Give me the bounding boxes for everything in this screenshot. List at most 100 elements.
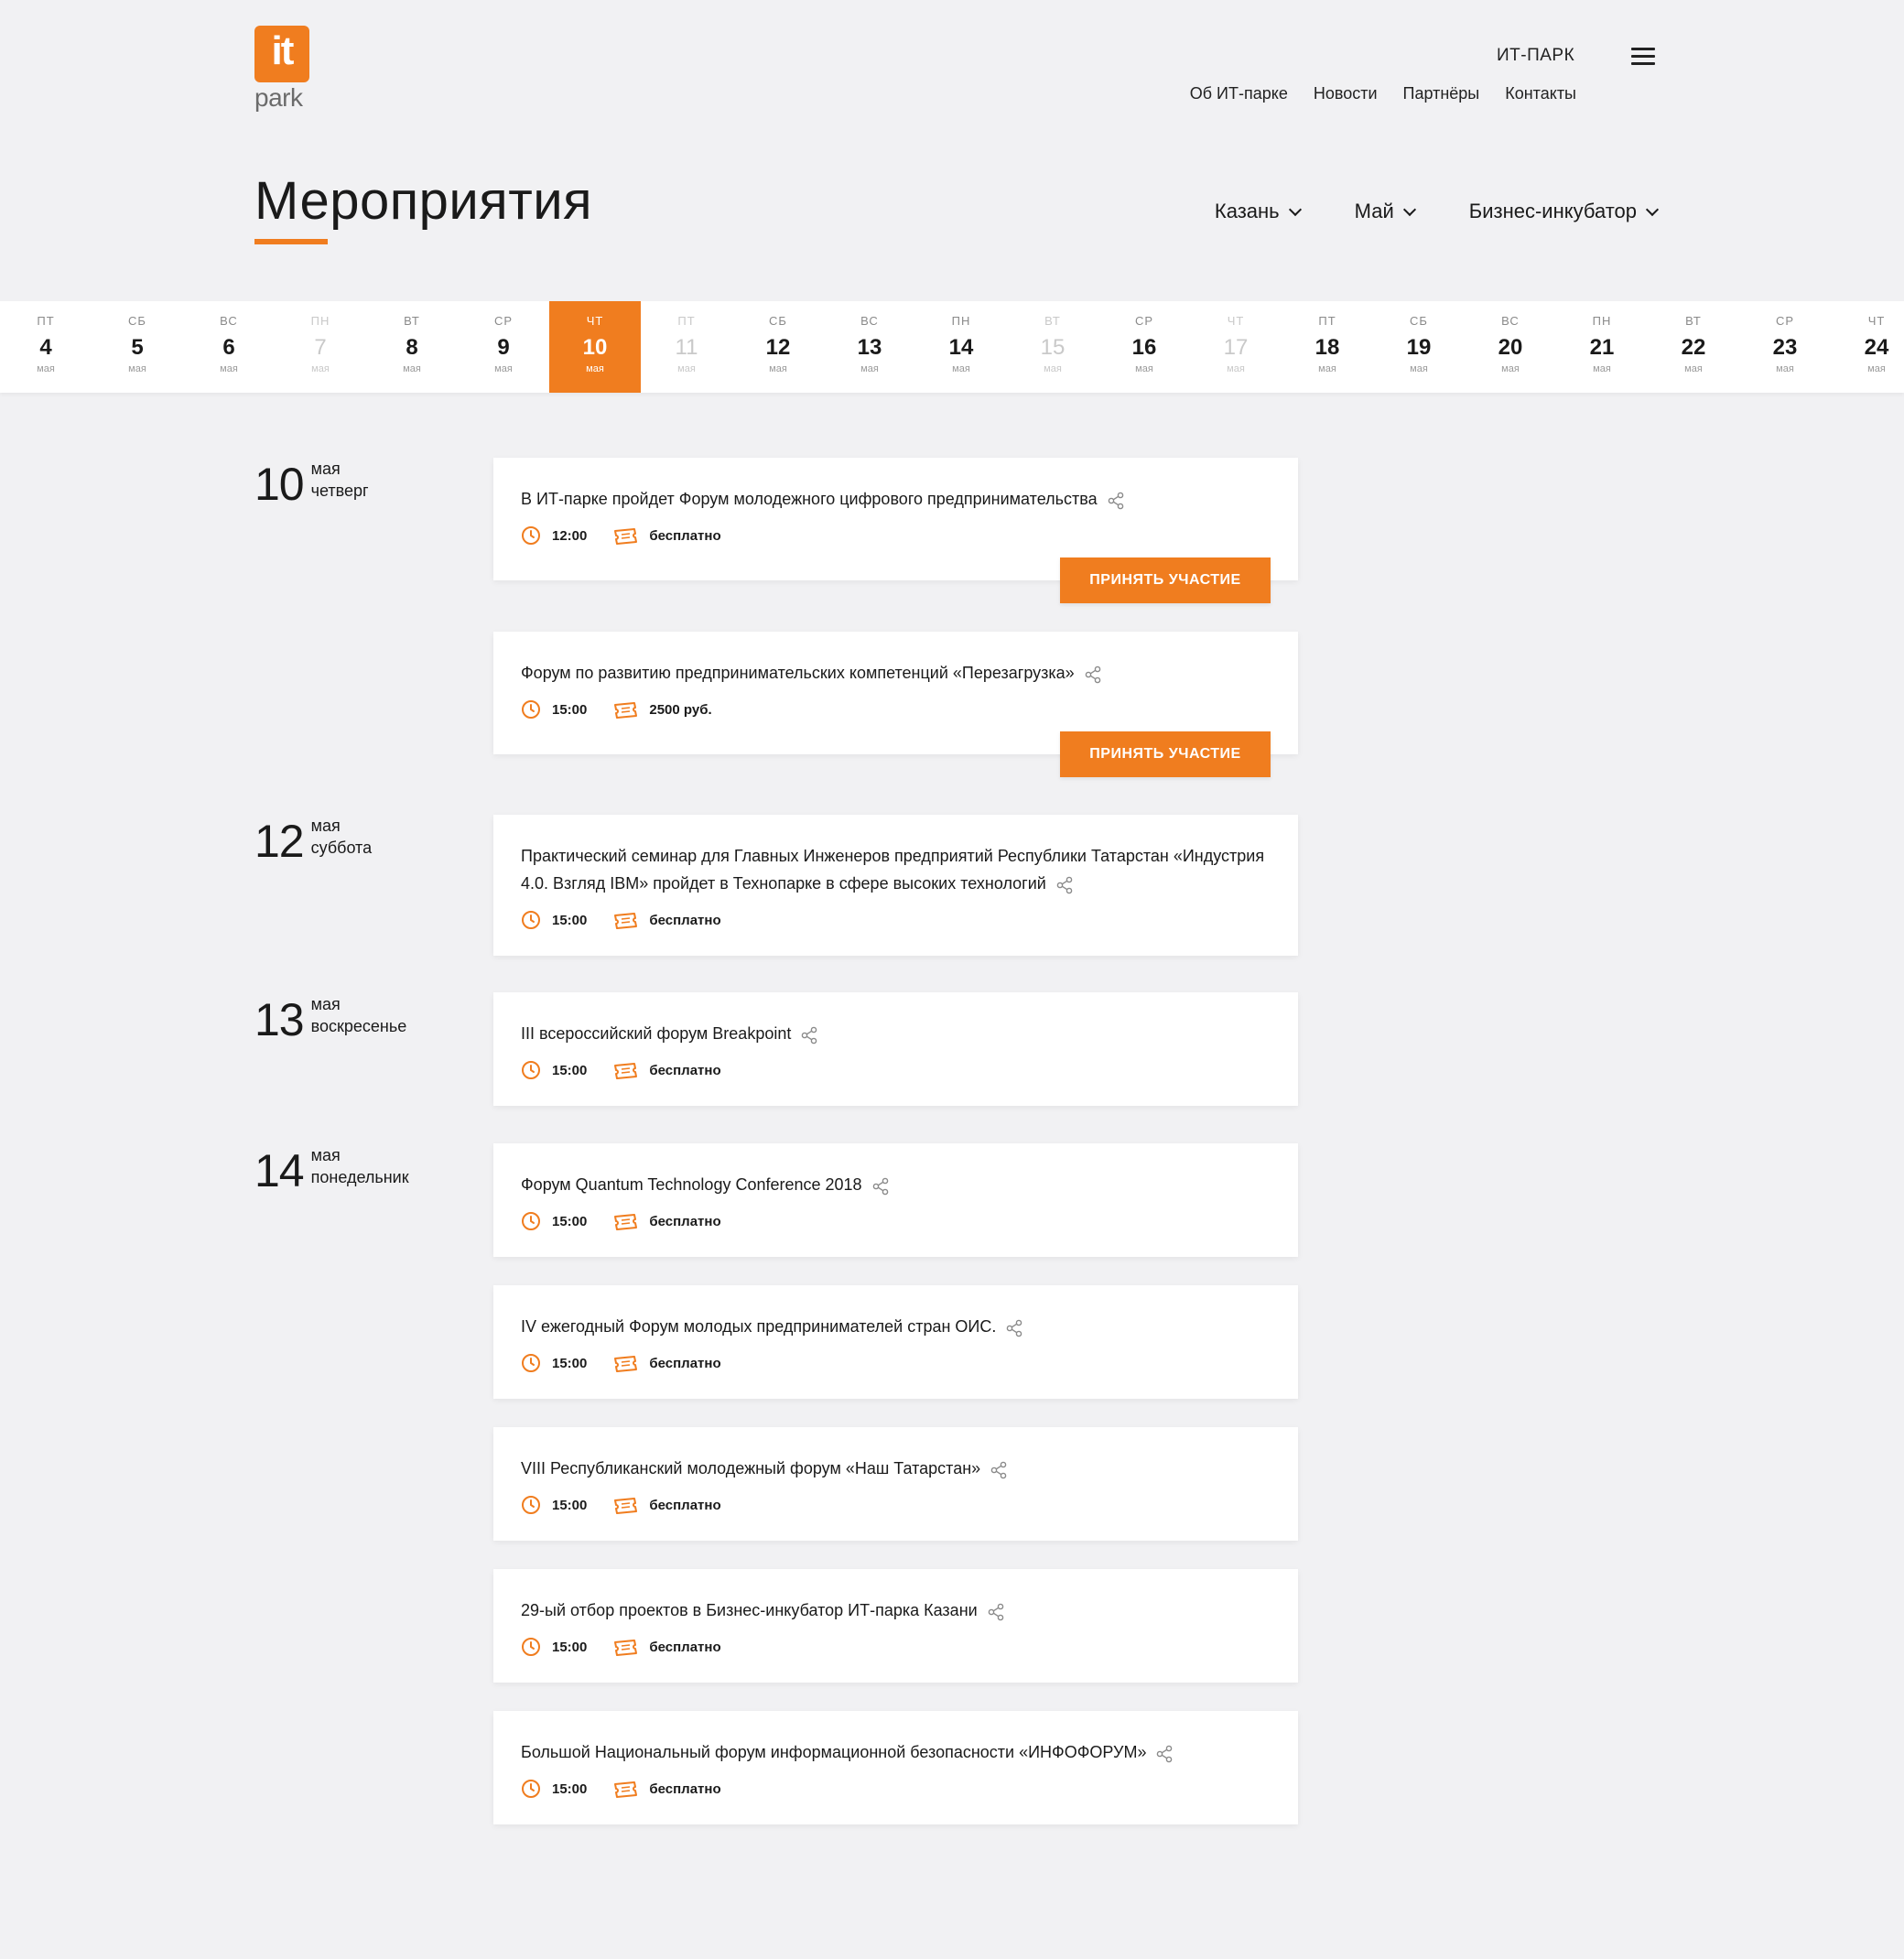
calendar-day[interactable]: вс 13 мая [824,301,915,393]
calendar-day[interactable]: ср 16 мая [1098,301,1190,393]
share-icon[interactable] [1155,1744,1174,1763]
ticket-icon [612,525,638,546]
calendar-day[interactable]: пт 4 мая [0,301,92,393]
calendar-weekday: чт [1227,314,1245,328]
calendar-day[interactable]: чт 24 мая [1831,301,1904,393]
logo[interactable]: it park [254,26,313,114]
category-filter[interactable]: Бизнес-инкубатор [1469,200,1660,223]
calendar-day[interactable]: вт 8 мая [366,301,458,393]
event-meta: 15:00 бесплатно [521,1211,1271,1231]
event-card[interactable]: 29-ый отбор проектов в Бизнес-инкубатор … [493,1569,1298,1683]
calendar-day[interactable]: пт 18 мая [1282,301,1373,393]
event-card[interactable]: Форум по развитию предпринимательских ко… [493,632,1298,777]
clock-icon [521,1353,541,1373]
join-button[interactable]: ПРИНЯТЬ УЧАСТИЕ [1060,557,1271,603]
calendar-day[interactable]: пт 11 мая [641,301,732,393]
event-title[interactable]: IV ежегодный Форум молодых предпринимате… [521,1313,1271,1340]
clock-icon [521,1060,541,1080]
calendar-month: мая [952,363,970,374]
event-title[interactable]: III всероссийский форум Breakpoint [521,1020,1271,1047]
event-title[interactable]: Практический семинар для Главных Инженер… [521,842,1271,897]
calendar-day-number: 19 [1406,335,1432,360]
calendar-weekday: чт [586,314,604,328]
nav-link-about[interactable]: Об ИТ-парке [1190,84,1288,103]
event-title[interactable]: Большой Национальный форум информационно… [521,1738,1271,1766]
join-button[interactable]: ПРИНЯТЬ УЧАСТИЕ [1060,731,1271,777]
event-card[interactable]: III всероссийский форум Breakpoint 15:00 б… [493,992,1298,1106]
event-title[interactable]: Форум по развитию предпринимательских ко… [521,659,1271,687]
event-card[interactable]: Практический семинар для Главных Инженер… [493,815,1298,956]
calendar-day[interactable]: вс 20 мая [1465,301,1556,393]
share-icon[interactable] [1084,665,1102,684]
event-price: бесплатно [649,912,721,928]
calendar-weekday: чт [1867,314,1886,328]
event-price: бесплатно [649,1213,721,1229]
event-title[interactable]: В ИТ-парке пройдет Форум молодежного циф… [521,485,1271,513]
calendar-day-number: 8 [406,335,418,360]
calendar-day-number: 7 [314,335,327,360]
brand-label[interactable]: ИТ-ПАРК [1497,46,1574,66]
event-title[interactable]: 29-ый отбор проектов в Бизнес-инкубатор … [521,1596,1271,1624]
share-icon[interactable] [800,1025,818,1044]
nav-link-news[interactable]: Новости [1314,84,1378,103]
calendar-day[interactable]: пн 21 мая [1556,301,1648,393]
calendar-month: мая [128,363,146,374]
calendar-day-number: 4 [39,335,52,360]
nav-link-partners[interactable]: Партнёры [1403,84,1480,103]
ticket-icon [612,1637,638,1657]
filters: Казань Май Бизнес-инкубатор [1214,200,1660,223]
calendar-month: мая [1044,363,1062,374]
calendar-day[interactable]: сб 5 мая [92,301,183,393]
calendar-day[interactable]: вс 6 мая [183,301,275,393]
event-title[interactable]: VIII Республиканский молодежный форум «Н… [521,1455,1271,1482]
date-strip: пт 4 мая сб 5 мая вс 6 мая пн 7 мая вт 8 мая ср 9 мая чт 10… [0,301,1904,393]
share-icon[interactable] [871,1176,890,1196]
calendar-day[interactable]: чт 10 мая [549,301,641,393]
chevron-down-icon [1402,202,1416,216]
event-price: бесплатно [649,1355,721,1371]
calendar-month: мая [494,363,513,374]
calendar-day[interactable]: ср 23 мая [1739,301,1831,393]
calendar-day[interactable]: сб 19 мая [1373,301,1465,393]
event-card[interactable]: Форум Quantum Technology Conference 2018… [493,1143,1298,1257]
event-title-text: В ИТ-парке пройдет Форум молодежного циф… [521,490,1098,508]
date-number: 13 [254,994,305,1045]
calendar-day[interactable]: пн 14 мая [915,301,1007,393]
calendar-month: мая [220,363,238,374]
calendar-day-number: 9 [497,335,510,360]
ticket-icon [612,1495,638,1515]
calendar-day-number: 11 [675,335,698,360]
nav-link-contacts[interactable]: Контакты [1505,84,1576,103]
city-filter-label: Казань [1214,200,1280,222]
share-icon[interactable] [1055,875,1074,894]
event-meta: 12:00 бесплатно [521,525,1271,546]
event-card[interactable]: VIII Республиканский молодежный форум «Н… [493,1427,1298,1541]
calendar-day[interactable]: сб 12 мая [732,301,824,393]
calendar-weekday: вс [1501,314,1520,328]
event-title[interactable]: Форум Quantum Technology Conference 2018 [521,1171,1271,1198]
calendar-day[interactable]: чт 17 мая [1190,301,1282,393]
calendar-day[interactable]: пн 7 мая [275,301,366,393]
calendar-month: мая [586,363,604,374]
calendar-day-number: 10 [582,335,608,360]
calendar-weekday: пт [677,314,696,328]
event-card[interactable]: В ИТ-парке пройдет Форум молодежного циф… [493,458,1298,603]
calendar-day[interactable]: ср 9 мая [458,301,549,393]
share-icon[interactable] [1107,491,1125,510]
event-time: 15:00 [552,1213,588,1229]
calendar-weekday: вт [404,314,420,328]
event-price: бесплатно [649,1639,721,1655]
month-filter[interactable]: Май [1355,200,1416,223]
calendar-day[interactable]: вт 15 мая [1007,301,1098,393]
date-label: 12 мая суббота [254,817,372,864]
event-card[interactable]: IV ежегодный Форум молодых предпринимате… [493,1285,1298,1399]
event-card[interactable]: Большой Национальный форум информационно… [493,1711,1298,1824]
share-icon[interactable] [1005,1318,1023,1337]
hamburger-icon[interactable] [1631,48,1655,68]
city-filter[interactable]: Казань [1214,200,1302,223]
share-icon[interactable] [990,1460,1008,1479]
share-icon[interactable] [987,1602,1005,1621]
event-price: бесплатно [649,1497,721,1513]
top-nav: Об ИТ-парке Новости Партнёры Контакты [1190,84,1576,103]
calendar-day[interactable]: вт 22 мая [1648,301,1739,393]
